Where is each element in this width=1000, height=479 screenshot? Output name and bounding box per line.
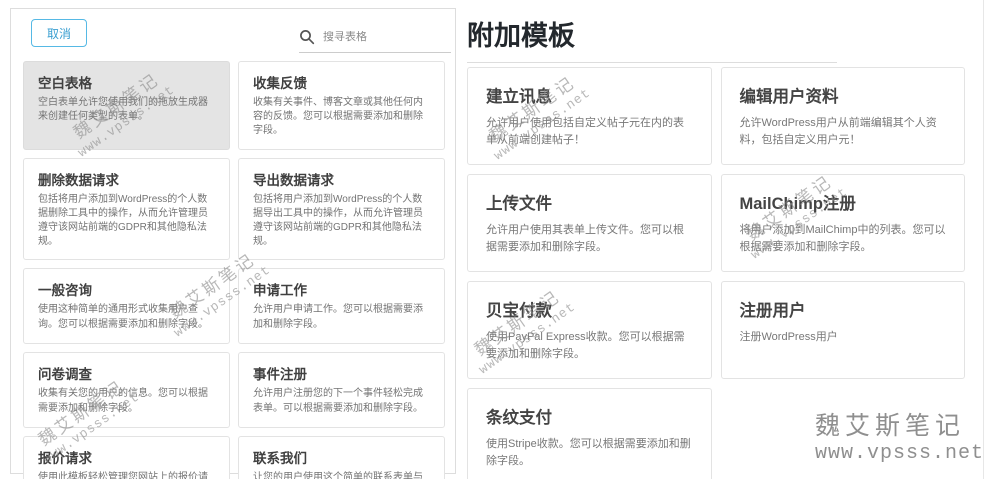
template-title: 报价请求 xyxy=(38,451,92,467)
template-title: 空白表格 xyxy=(38,76,92,91)
template-desc: 注册WordPress用户 xyxy=(739,331,838,344)
form-template-chooser: 取消 空白表格 空白表单允许您使用我们的拖放生成器来创建任何类型的表单。 收集反… xyxy=(0,0,1000,479)
template-desc: 使用这种简单的通用形式收集用户查询。您可以根据需要添加和删除字段。 xyxy=(38,304,208,330)
template-desc: 使用此模板轻松管理您网站上的报价请求。您可以根据需要添加和删除字段。 xyxy=(38,472,208,479)
template-card-export-data-request[interactable]: 导出数据请求 包括将用户添加到WordPress的个人数据导出工具中的操作，从而… xyxy=(238,157,445,261)
page-right-divider xyxy=(983,0,984,479)
template-desc: 收集有关事件、博客文章或其他任何内容的反馈。您可以根据需要添加和删除字段。 xyxy=(253,97,423,137)
template-title: 删除数据请求 xyxy=(38,172,119,188)
additional-templates-heading: 附加模板 xyxy=(467,14,837,63)
template-desc: 允许用户注册您的下一个事件轻松完成表单。可以根据需要添加和删除字段。 xyxy=(253,388,423,414)
template-desc: 空白表单允许您使用我们的拖放生成器来创建任何类型的表单。 xyxy=(38,97,208,123)
additional-template-grid: 建立讯息 允许用户使用包括自定义帖子元在内的表单从前端创建帖子！ 编辑用户资料 … xyxy=(467,67,965,479)
template-title: 一般咨询 xyxy=(38,283,92,299)
template-desc: 收集有关您的用户的信息。您可以根据需要添加和删除字段。 xyxy=(38,388,208,414)
template-title: 申请工作 xyxy=(253,283,307,299)
template-desc: 使用Stripe收款。您可以根据需要添加和删除字段。 xyxy=(486,438,691,468)
template-card-event-registration[interactable]: 事件注册 允许用户注册您的下一个事件轻松完成表单。可以根据需要添加和删除字段。 xyxy=(238,352,445,429)
template-card-create-post[interactable]: 建立讯息 允许用户使用包括自定义帖子元在内的表单从前端创建帖子！ xyxy=(467,67,712,166)
template-card-mailchimp-signup[interactable]: MailChimp注册 将用户添加到MailChimp中的列表。您可以根据需要添… xyxy=(720,174,965,273)
template-desc: 包括将用户添加到WordPress的个人数据删除工具中的操作，从而允许管理员遵守… xyxy=(38,193,208,248)
search-input[interactable] xyxy=(323,30,433,43)
template-title: 建立讯息 xyxy=(486,88,552,106)
template-title: 贝宝付款 xyxy=(486,302,552,321)
template-title: 上传文件 xyxy=(486,195,552,214)
template-desc: 允许WordPress用户从前端编辑其个人资料，包括自定义用户元！ xyxy=(739,117,937,147)
template-card-edit-profile[interactable]: 编辑用户资料 允许WordPress用户从前端编辑其个人资料，包括自定义用户元！ xyxy=(720,67,965,166)
template-grid: 空白表格 空白表单允许您使用我们的拖放生成器来创建任何类型的表单。 收集反馈 收… xyxy=(23,61,445,479)
template-card-delete-data-request[interactable]: 删除数据请求 包括将用户添加到WordPress的个人数据删除工具中的操作，从而… xyxy=(23,157,230,261)
template-title: 条纹支付 xyxy=(486,409,552,428)
template-title: 收集反馈 xyxy=(253,76,307,91)
template-card-general-inquiry[interactable]: 一般咨询 使用这种简单的通用形式收集用户查询。您可以根据需要添加和删除字段。 xyxy=(23,268,230,345)
template-picker-panel: 取消 空白表格 空白表单允许您使用我们的拖放生成器来创建任何类型的表单。 收集反… xyxy=(10,8,456,479)
search-field[interactable] xyxy=(299,21,451,53)
template-card-contact-us[interactable]: 联系我们 让您的用户使用这个简单的联系表单与您联系。可以根据需要添加和删除字段。 xyxy=(238,436,445,479)
template-desc: 允许用户申请工作。您可以根据需要添加和删除字段。 xyxy=(253,304,423,330)
template-card-stripe-payment[interactable]: 条纹支付 使用Stripe收款。您可以根据需要添加和删除字段。 xyxy=(467,388,712,479)
template-desc: 允许用户使用其表单上传文件。您可以根据需要添加和删除字段。 xyxy=(486,224,684,254)
template-title: 编辑用户资料 xyxy=(739,88,839,106)
template-title: MailChimp注册 xyxy=(739,195,856,214)
template-card-user-registration[interactable]: 注册用户 注册WordPress用户 xyxy=(720,281,965,380)
template-card-blank-form[interactable]: 空白表格 空白表单允许您使用我们的拖放生成器来创建任何类型的表单。 xyxy=(23,61,230,150)
template-title: 问卷调查 xyxy=(38,367,92,383)
template-desc: 将用户添加到MailChimp中的列表。您可以根据需要添加和删除字段。 xyxy=(739,224,946,254)
template-card-collect-feedback[interactable]: 收集反馈 收集有关事件、博客文章或其他任何内容的反馈。您可以根据需要添加和删除字… xyxy=(238,61,445,150)
template-card-job-application[interactable]: 申请工作 允许用户申请工作。您可以根据需要添加和删除字段。 xyxy=(238,268,445,345)
template-title: 导出数据请求 xyxy=(253,172,334,188)
template-desc: 让您的用户使用这个简单的联系表单与您联系。可以根据需要添加和删除字段。 xyxy=(253,472,423,479)
template-card-survey[interactable]: 问卷调查 收集有关您的用户的信息。您可以根据需要添加和删除字段。 xyxy=(23,352,230,429)
template-desc: 使用PayPal Express收款。您可以根据需要添加和删除字段。 xyxy=(486,331,685,361)
template-title: 注册用户 xyxy=(739,302,806,321)
cancel-button[interactable]: 取消 xyxy=(31,19,88,47)
template-desc: 包括将用户添加到WordPress的个人数据导出工具中的操作，从而允许管理员遵守… xyxy=(253,193,423,248)
template-desc: 允许用户使用包括自定义帖子元在内的表单从前端创建帖子！ xyxy=(486,117,684,147)
template-card-paypal-payment[interactable]: 贝宝付款 使用PayPal Express收款。您可以根据需要添加和删除字段。 xyxy=(467,281,712,380)
template-title: 联系我们 xyxy=(253,451,307,467)
template-card-file-upload[interactable]: 上传文件 允许用户使用其表单上传文件。您可以根据需要添加和删除字段。 xyxy=(467,174,712,273)
template-card-quote-request[interactable]: 报价请求 使用此模板轻松管理您网站上的报价请求。您可以根据需要添加和删除字段。 xyxy=(23,436,230,479)
search-icon xyxy=(299,29,315,45)
template-title: 事件注册 xyxy=(253,367,307,383)
